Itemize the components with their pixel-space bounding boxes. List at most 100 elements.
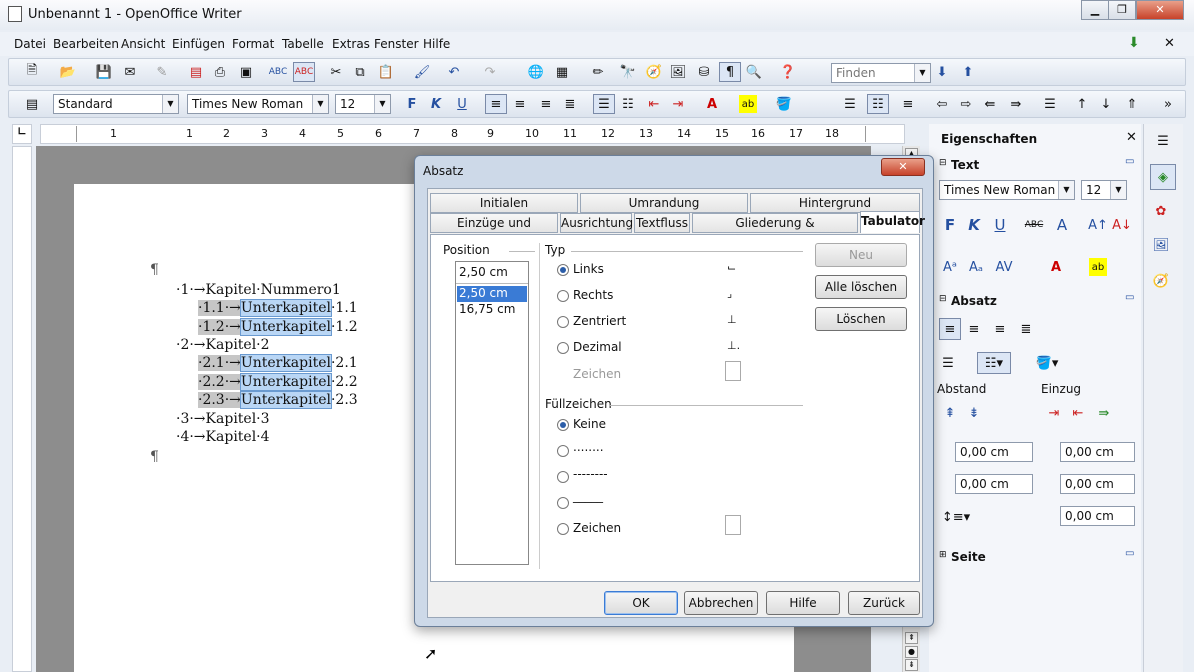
tab-gliederung[interactable]: Gliederung & Nummerierung <box>692 213 858 248</box>
underline-icon[interactable]: U <box>453 95 471 113</box>
fill-keine-radio[interactable] <box>557 419 569 431</box>
toolbar-more-icon[interactable]: » <box>1159 95 1177 113</box>
previous-page-icon[interactable]: ⇞ <box>905 632 918 644</box>
demote-icon[interactable]: ⇨ <box>957 95 975 113</box>
menu-bearbeiten[interactable]: Bearbeiten <box>53 37 119 51</box>
typ-zentriert-label[interactable]: Zentriert <box>573 314 626 328</box>
typ-dezimal-radio[interactable] <box>557 342 569 354</box>
subscript-icon[interactable]: Aₐ <box>967 258 985 276</box>
print-icon[interactable]: ⎙ <box>211 63 229 81</box>
new-document-icon[interactable]: 🗎 <box>23 63 41 81</box>
fill-zeichen-label[interactable]: Zeichen <box>573 521 621 535</box>
spellcheck-icon[interactable]: ABC <box>269 63 287 81</box>
data-sources-icon[interactable]: ⛁ <box>695 63 713 81</box>
font-size-select[interactable]: 12 ▼ <box>335 94 391 114</box>
open-icon[interactable]: 📂 <box>59 63 77 81</box>
navigator-icon[interactable]: 🧭 <box>645 63 663 81</box>
abbrechen-button[interactable]: Abbrechen <box>684 591 758 615</box>
line-spacing-icon[interactable]: ↕≡▾ <box>939 508 973 526</box>
demote-subpoints-icon[interactable]: ⇛ <box>1007 95 1025 113</box>
fill-dots-label[interactable]: ........ <box>573 440 604 454</box>
paste-icon[interactable]: 📋 <box>377 63 395 81</box>
sidebar-justify-icon[interactable]: ≣ <box>1017 320 1035 338</box>
maximize-button[interactable]: ❐ <box>1108 0 1136 20</box>
sidebar-bullets-icon[interactable]: ☰ <box>939 354 957 372</box>
move-down-icon[interactable]: ↓ <box>1097 95 1115 113</box>
increase-font-icon[interactable]: A↑ <box>1088 216 1108 234</box>
font-color-icon[interactable]: A <box>703 95 721 113</box>
position-input[interactable]: 2,50 cm <box>456 262 528 284</box>
dialog-close-button[interactable]: ✕ <box>881 158 925 176</box>
character-spacing-icon[interactable]: AV <box>995 258 1013 276</box>
bullets-icon[interactable]: ☷ <box>619 95 637 113</box>
chevron-down-icon[interactable]: ▼ <box>374 95 390 113</box>
export-pdf-icon[interactable]: ▤ <box>187 63 205 81</box>
chevron-down-icon[interactable]: ▼ <box>1058 181 1074 199</box>
cut-icon[interactable]: ✂ <box>327 63 345 81</box>
document-line[interactable]: ·3·→Kapitel·3 <box>176 411 270 427</box>
spacing-below-input[interactable]: 0,00 cm <box>955 474 1033 494</box>
minimize-button[interactable]: ▁ <box>1081 0 1109 20</box>
format-paintbrush-icon[interactable]: 🖌 <box>413 63 431 81</box>
indent-before-input[interactable]: 0,00 cm <box>1060 442 1135 462</box>
undo-icon[interactable]: ↶ <box>445 63 463 81</box>
increase-spacing-icon[interactable]: ⇞ <box>941 404 959 422</box>
styles-icon[interactable]: ▤ <box>23 95 41 113</box>
move-up-icon[interactable]: ↑ <box>1073 95 1091 113</box>
tab-textfluss[interactable]: Textfluss <box>634 213 690 233</box>
decrease-font-icon[interactable]: A↓ <box>1112 216 1132 234</box>
redo-icon[interactable]: ↷ <box>481 63 499 81</box>
list-off-icon[interactable]: ≡ <box>899 95 917 113</box>
fill-underline-radio[interactable] <box>557 497 569 509</box>
hilfe-button[interactable]: Hilfe <box>766 591 840 615</box>
position-item[interactable]: 16,75 cm <box>457 302 527 318</box>
insert-unnumbered-icon[interactable]: ☰ <box>1041 95 1059 113</box>
typ-links-label[interactable]: Links <box>573 262 604 276</box>
sidebar-size-select[interactable]: 12 ▼ <box>1081 180 1127 200</box>
menu-ansicht[interactable]: Ansicht <box>121 37 165 51</box>
sidebar-numbering-icon[interactable]: ☷▾ <box>977 352 1011 374</box>
help-icon[interactable]: ❓ <box>779 63 797 81</box>
loeschen-button[interactable]: Löschen <box>815 307 907 331</box>
sidebar-italic-icon[interactable]: K <box>965 216 983 234</box>
vertical-ruler[interactable] <box>12 146 32 672</box>
tab-initialen[interactable]: Initialen <box>430 193 578 213</box>
save-icon[interactable]: 💾 <box>95 63 113 81</box>
find-next-icon[interactable]: ⬇ <box>933 63 951 81</box>
menu-tabelle[interactable]: Tabelle <box>282 37 324 51</box>
menu-fenster[interactable]: Fenster <box>374 37 419 51</box>
print-preview-icon[interactable]: ▣ <box>237 63 255 81</box>
sidebar-decrease-indent-icon[interactable]: ⇤ <box>1069 404 1087 422</box>
align-center-icon[interactable]: ≡ <box>511 95 529 113</box>
paragraph-background-icon[interactable]: 🪣▾ <box>1027 354 1067 372</box>
gallery-tab-icon[interactable]: 🖼 <box>1152 236 1170 254</box>
position-item-selected[interactable]: 2,50 cm <box>457 286 527 302</box>
find-replace-icon[interactable]: 🔭 <box>619 63 637 81</box>
document-line[interactable]: ·1.2·→Unterkapitel·1.2 <box>198 318 358 336</box>
table-icon[interactable]: ▦ <box>553 63 571 81</box>
more-options-icon[interactable]: ▭ <box>1125 156 1134 167</box>
promote-icon[interactable]: ⇦ <box>933 95 951 113</box>
fill-dots-radio[interactable] <box>557 445 569 457</box>
typ-rechts-label[interactable]: Rechts <box>573 288 613 302</box>
menu-datei[interactable]: Datei <box>14 37 46 51</box>
tab-einzuege[interactable]: Einzüge und Abstände <box>430 213 558 248</box>
highlighting-icon[interactable]: ab <box>739 95 757 113</box>
sidebar-menu-icon[interactable]: ☰ <box>1154 132 1172 150</box>
autospellcheck-icon[interactable]: ABC <box>293 62 315 82</box>
align-left-icon[interactable]: ≡ <box>485 94 507 114</box>
tab-hintergrund[interactable]: Hintergrund <box>750 193 920 213</box>
list-bullets-icon[interactable]: ☰ <box>841 95 859 113</box>
document-line[interactable]: ·2.3·→Unterkapitel·2.3 <box>198 391 358 409</box>
styles-tab-icon[interactable]: ✿ <box>1152 202 1170 220</box>
collapse-icon[interactable]: ⊟ <box>939 294 947 304</box>
sidebar-bold-icon[interactable]: F <box>941 216 959 234</box>
increase-indent-icon[interactable]: ⇥ <box>669 95 687 113</box>
tab-type-toggle[interactable]: ∟ <box>12 124 32 144</box>
close-sidebar-icon[interactable]: ✕ <box>1126 130 1137 145</box>
tab-umrandung[interactable]: Umrandung <box>580 193 748 213</box>
find-previous-icon[interactable]: ⬆ <box>959 63 977 81</box>
sidebar-align-left-icon[interactable]: ≡ <box>939 318 961 340</box>
hyperlink-icon[interactable]: 🌐 <box>527 63 545 81</box>
shadow-icon[interactable]: A <box>1053 216 1071 234</box>
